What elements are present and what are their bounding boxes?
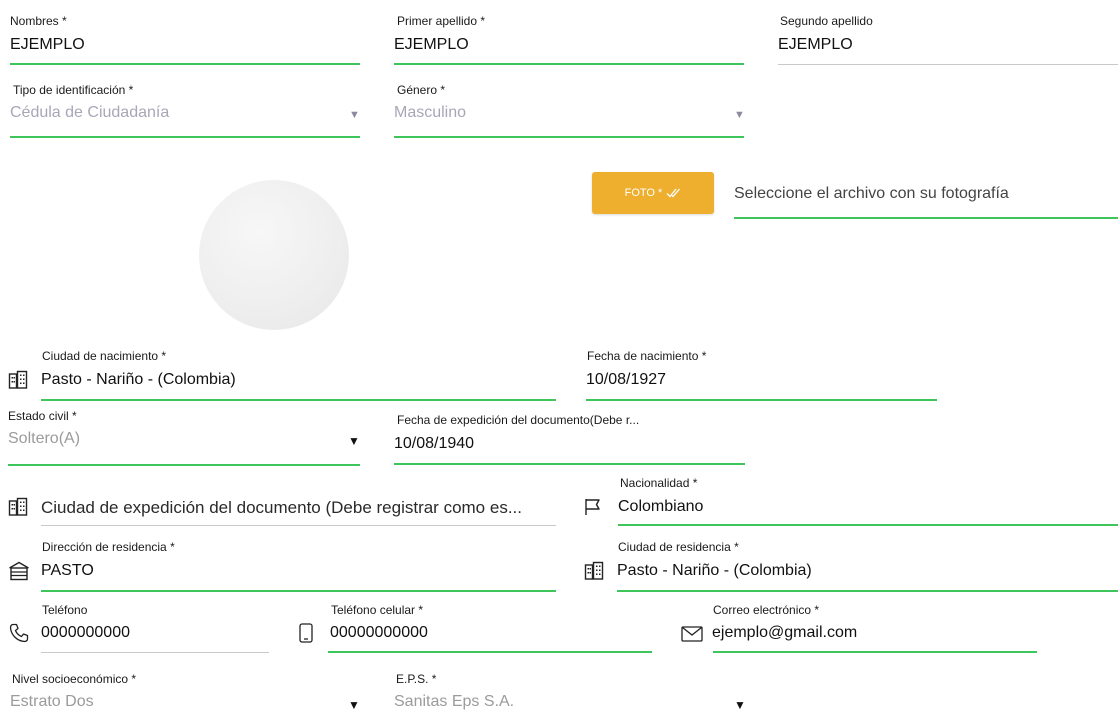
nacionalidad-value[interactable]: Colombiano bbox=[618, 498, 703, 516]
tipo-identificacion-label: Tipo de identificación * bbox=[13, 83, 134, 97]
segundo-apellido-value[interactable]: EJEMPLO bbox=[778, 36, 853, 54]
ciudad-expedicion-field[interactable]: Ciudad de expedición del documento (Debe… bbox=[8, 486, 556, 526]
building-icon bbox=[8, 497, 28, 517]
estado-civil-select[interactable]: Estado civil * Soltero(A) ▼ bbox=[8, 409, 360, 466]
fecha-expedicion-value[interactable]: 10/08/1940 bbox=[394, 435, 474, 453]
dropdown-arrow-icon[interactable]: ▼ bbox=[734, 109, 745, 121]
direccion-label: Dirección de residencia * bbox=[42, 540, 175, 554]
correo-field[interactable]: Correo electrónico * ejemplo@gmail.com bbox=[680, 603, 1037, 653]
direccion-field[interactable]: Dirección de residencia * PASTO bbox=[8, 540, 556, 592]
fecha-nacimiento-field[interactable]: Fecha de nacimiento * 10/08/1927 bbox=[586, 349, 937, 401]
genero-value: Masculino bbox=[394, 104, 467, 121]
home-icon bbox=[9, 561, 29, 581]
correo-label: Correo electrónico * bbox=[713, 603, 820, 617]
eps-value: Sanitas Eps S.A. bbox=[394, 693, 515, 710]
foto-upload-button[interactable]: FOTO * bbox=[592, 172, 714, 214]
mail-icon bbox=[681, 626, 703, 642]
nombres-field[interactable]: Nombres * EJEMPLO bbox=[10, 14, 360, 65]
foto-button-label: FOTO * bbox=[624, 187, 663, 199]
building-icon bbox=[584, 561, 604, 581]
mobile-icon bbox=[299, 623, 313, 643]
tipo-identificacion-select[interactable]: Tipo de identificación * Cédula de Ciuda… bbox=[10, 83, 360, 138]
correo-underline bbox=[713, 651, 1037, 653]
building-icon bbox=[8, 370, 28, 390]
nacionalidad-underline bbox=[618, 524, 1118, 526]
genero-select[interactable]: Género * Masculino ▼ bbox=[394, 83, 745, 138]
nivel-socioeconomico-value: Estrato Dos bbox=[10, 693, 94, 710]
nivel-socioeconomico-select[interactable]: Nivel socioeconómico * Estrato Dos ▼ bbox=[10, 672, 360, 721]
celular-value[interactable]: 00000000000 bbox=[330, 624, 428, 642]
genero-label: Género * bbox=[397, 83, 446, 97]
fecha-expedicion-field[interactable]: Fecha de expedición del documento(Debe r… bbox=[394, 413, 745, 465]
telefono-field[interactable]: Teléfono 0000000000 bbox=[8, 603, 269, 653]
photo-preview bbox=[199, 180, 349, 330]
ciudad-nacimiento-field[interactable]: Ciudad de nacimiento * Pasto - Nariño - … bbox=[8, 349, 556, 401]
correo-value[interactable]: ejemplo@gmail.com bbox=[712, 624, 857, 642]
dropdown-arrow-icon[interactable]: ▼ bbox=[734, 698, 746, 712]
fecha-nacimiento-label: Fecha de nacimiento * bbox=[587, 349, 707, 363]
primer-apellido-value[interactable]: EJEMPLO bbox=[394, 36, 469, 54]
tipo-identificacion-value: Cédula de Ciudadanía bbox=[10, 104, 170, 121]
segundo-apellido-field[interactable]: Segundo apellido EJEMPLO bbox=[778, 14, 1118, 65]
estado-civil-label: Estado civil * bbox=[8, 409, 77, 423]
nacionalidad-label: Nacionalidad * bbox=[620, 476, 698, 490]
ciudad-nacimiento-value[interactable]: Pasto - Nariño - (Colombia) bbox=[41, 371, 236, 389]
direccion-value[interactable]: PASTO bbox=[41, 562, 94, 580]
telefono-underline bbox=[41, 652, 269, 653]
nivel-socioeconomico-label: Nivel socioeconómico * bbox=[12, 672, 137, 686]
nombres-value[interactable]: EJEMPLO bbox=[10, 36, 85, 54]
ciudad-expedicion-placeholder: Ciudad de expedición del documento (Debe… bbox=[41, 498, 522, 517]
eps-label: E.P.S. * bbox=[396, 672, 437, 686]
telefono-value[interactable]: 0000000000 bbox=[41, 624, 130, 642]
fecha-nacimiento-value[interactable]: 10/08/1927 bbox=[586, 371, 666, 389]
primer-apellido-field[interactable]: Primer apellido * EJEMPLO bbox=[394, 14, 744, 65]
foto-file-underline bbox=[734, 217, 1118, 219]
tipo-identificacion-underline bbox=[10, 136, 360, 138]
check-double-icon bbox=[666, 188, 681, 198]
phone-icon bbox=[9, 623, 29, 643]
eps-select[interactable]: E.P.S. * Sanitas Eps S.A. ▼ bbox=[394, 672, 746, 721]
segundo-apellido-underline bbox=[778, 64, 1118, 65]
ciudad-residencia-field[interactable]: Ciudad de residencia * Pasto - Nariño - … bbox=[584, 540, 1118, 592]
primer-apellido-underline bbox=[394, 63, 744, 65]
foto-file-input[interactable]: Seleccione el archivo con su fotografía bbox=[734, 172, 1118, 219]
ciudad-residencia-value[interactable]: Pasto - Nariño - (Colombia) bbox=[617, 562, 812, 580]
dropdown-arrow-icon[interactable]: ▼ bbox=[348, 698, 360, 712]
ciudad-nacimiento-underline bbox=[41, 399, 556, 401]
primer-apellido-label: Primer apellido * bbox=[397, 14, 486, 28]
nombres-label: Nombres * bbox=[10, 14, 67, 28]
segundo-apellido-label: Segundo apellido bbox=[780, 14, 873, 28]
dropdown-arrow-icon[interactable]: ▼ bbox=[349, 109, 360, 121]
fecha-expedicion-label: Fecha de expedición del documento(Debe r… bbox=[397, 413, 640, 427]
estado-civil-underline bbox=[8, 464, 360, 466]
genero-underline bbox=[394, 136, 744, 138]
celular-label: Teléfono celular * bbox=[331, 603, 424, 617]
fecha-nacimiento-underline bbox=[586, 399, 937, 401]
estado-civil-value: Soltero(A) bbox=[8, 430, 81, 447]
flag-icon bbox=[585, 499, 600, 515]
nacionalidad-field[interactable]: Nacionalidad * Colombiano bbox=[584, 476, 1118, 526]
direccion-underline bbox=[41, 590, 556, 592]
ciudad-nacimiento-label: Ciudad de nacimiento * bbox=[42, 349, 167, 363]
nombres-underline bbox=[10, 63, 360, 65]
ciudad-expedicion-underline bbox=[41, 525, 556, 526]
ciudad-residencia-label: Ciudad de residencia * bbox=[618, 540, 739, 554]
fecha-expedicion-underline bbox=[394, 463, 745, 465]
celular-underline bbox=[328, 651, 652, 653]
dropdown-arrow-icon[interactable]: ▼ bbox=[348, 434, 360, 448]
ciudad-residencia-underline bbox=[617, 590, 1118, 592]
telefono-label: Teléfono bbox=[42, 603, 88, 617]
foto-file-placeholder: Seleccione el archivo con su fotografía bbox=[734, 185, 1009, 202]
celular-field[interactable]: Teléfono celular * 00000000000 bbox=[297, 603, 652, 653]
